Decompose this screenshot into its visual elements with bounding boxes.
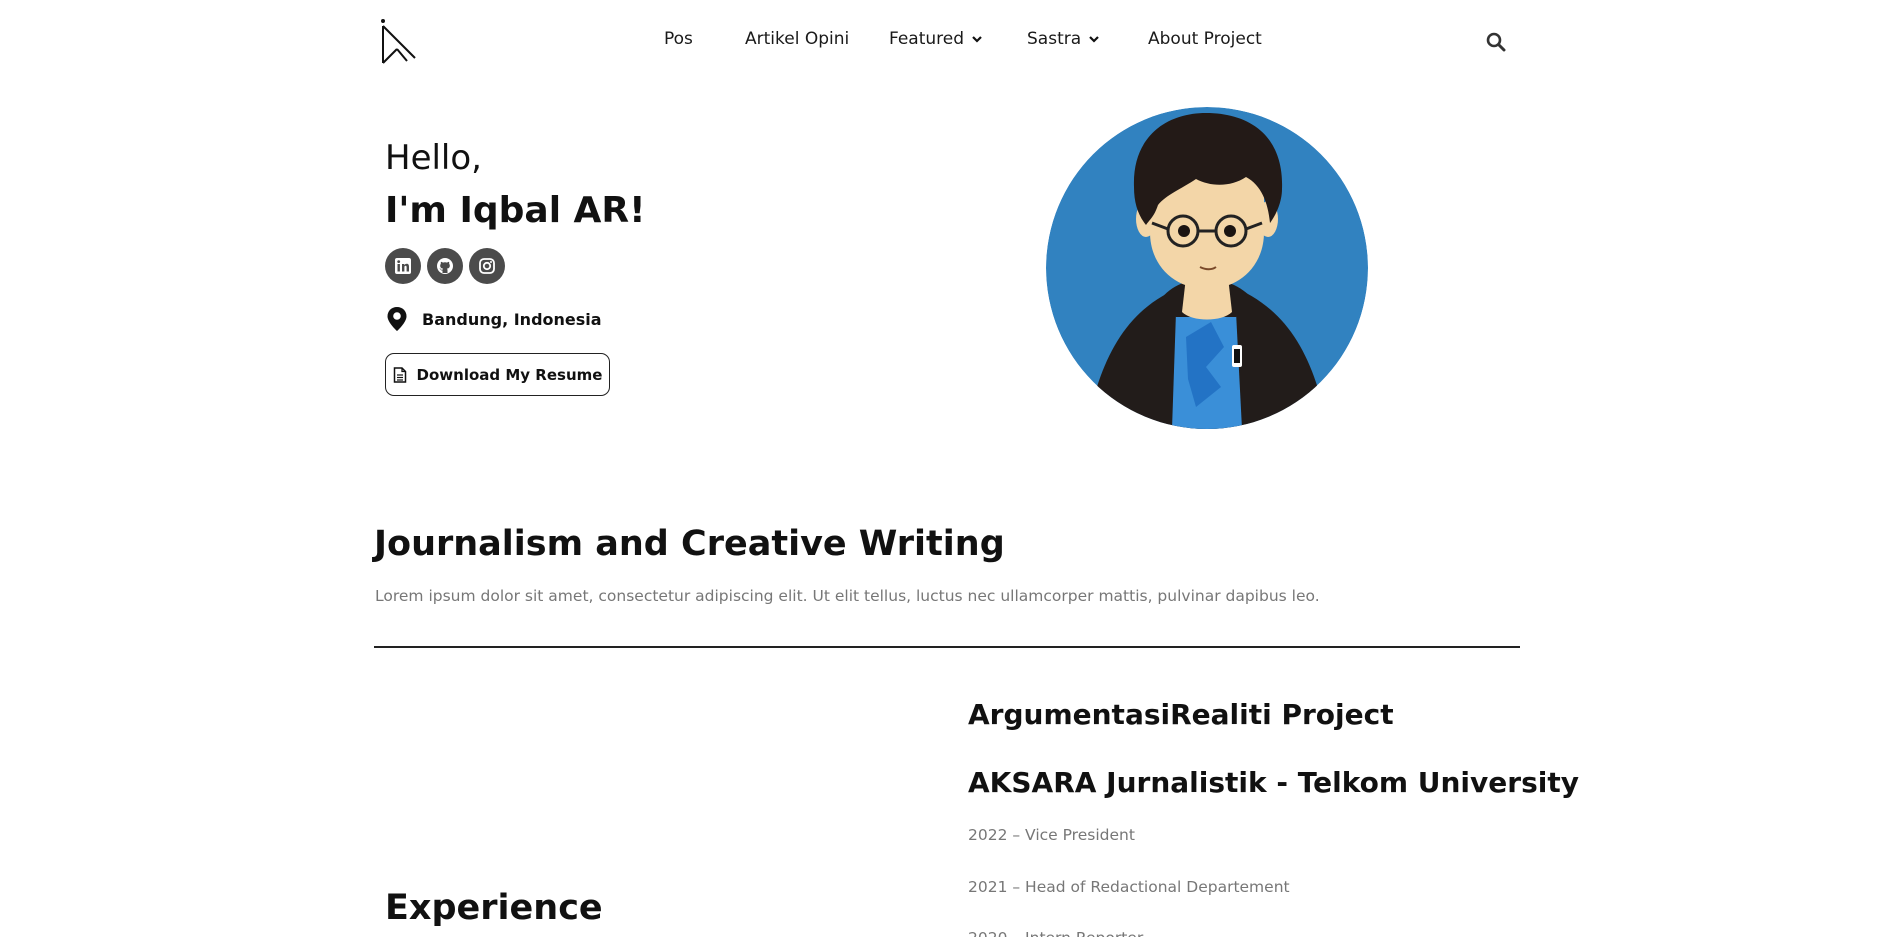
nav-item-label: Featured (889, 29, 965, 49)
experience-title: Experience (385, 888, 603, 928)
instagram-link[interactable] (469, 248, 505, 284)
role-item: 2021 – Head of Redactional Departement (968, 878, 1290, 896)
chevron-down-icon (1089, 36, 1099, 43)
organization-title: AKSARA Jurnalistik - Telkom University (968, 766, 1579, 799)
hero-name: I'm Iqbal AR! (385, 190, 646, 231)
nav-item-label: Pos (664, 29, 693, 49)
location: Bandung, Indonesia (386, 306, 602, 332)
nav-item-label: Sastra (1027, 29, 1082, 49)
search-icon[interactable] (1486, 32, 1506, 52)
nav-item-sastra[interactable]: Sastra (1027, 29, 1099, 49)
main-nav: Pos Artikel Opini Featured Sastra About … (0, 29, 1889, 57)
chevron-down-icon (972, 36, 982, 43)
role-item: 2022 – Vice President (968, 826, 1135, 844)
linkedin-link[interactable] (385, 248, 421, 284)
linkedin-icon (395, 258, 411, 274)
resume-button-label: Download My Resume (416, 365, 603, 384)
file-icon (393, 366, 406, 383)
profile-avatar (1046, 107, 1368, 429)
nav-item-artikel-opini[interactable]: Artikel Opini (745, 29, 849, 49)
section-title: Journalism and Creative Writing (374, 524, 1005, 564)
section-description: Lorem ipsum dolor sit amet, consectetur … (375, 587, 1320, 605)
nav-item-about-project[interactable]: About Project (1148, 29, 1262, 49)
download-resume-button[interactable]: Download My Resume (385, 353, 610, 396)
nav-item-pos[interactable]: Pos (664, 29, 693, 49)
nav-item-label: Artikel Opini (745, 29, 850, 49)
hero-greeting: Hello, (385, 138, 482, 178)
nav-item-featured[interactable]: Featured (889, 29, 982, 49)
role-item: 2020 – Intern Reporter (968, 929, 1143, 937)
site-header: Pos Artikel Opini Featured Sastra About … (0, 0, 1889, 84)
github-link[interactable] (427, 248, 463, 284)
location-text: Bandung, Indonesia (422, 309, 602, 329)
social-links (385, 248, 505, 284)
section-divider (374, 646, 1520, 648)
instagram-icon (479, 258, 495, 274)
github-icon (437, 258, 453, 274)
project-title: ArgumentasiRealiti Project (968, 698, 1394, 731)
nav-item-label: About Project (1148, 29, 1262, 49)
map-pin-icon (387, 307, 407, 331)
